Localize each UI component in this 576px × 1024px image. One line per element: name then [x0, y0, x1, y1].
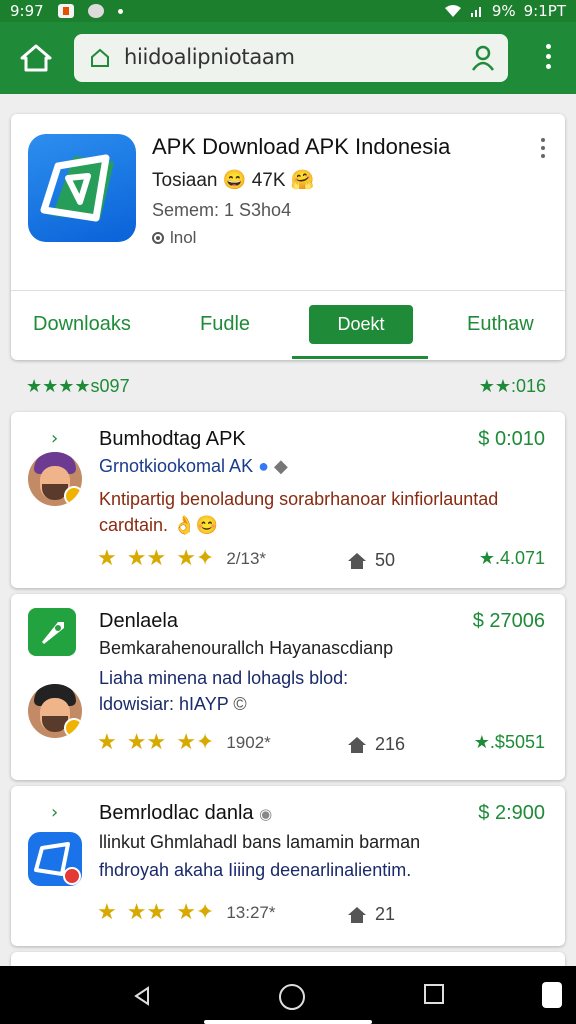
wifi-icon — [444, 5, 461, 17]
summary-right: ★★:016 — [478, 376, 546, 396]
app-logo-icon[interactable] — [28, 134, 136, 242]
status-bar: 9:97 9% 9:1PT — [0, 0, 576, 22]
app-subtitle-count: 47K — [251, 170, 286, 191]
item-description: Kntipartig benoladung sorabrhanoar kinfi… — [99, 489, 499, 535]
house-icon — [348, 736, 366, 753]
signal-icon — [470, 7, 481, 17]
radio-icon — [152, 232, 164, 244]
home-indicator — [204, 1020, 372, 1024]
list-item-partial — [11, 952, 565, 966]
verified-badge-icon — [64, 718, 82, 738]
url-text: hiidoalipniotaam — [124, 45, 295, 69]
status-time-left: 9:97 — [10, 2, 44, 20]
app-meta-secondary: lnol — [152, 228, 196, 248]
rocket-app-icon — [28, 608, 76, 656]
item-description-line: ldowisiar: hIAYP © — [99, 694, 247, 714]
tab-euthaw[interactable]: Euthaw — [467, 313, 534, 336]
item-description-line: Bemkarahenourallch Hayanascdianp — [99, 638, 394, 658]
verified-badge-icon — [64, 486, 82, 506]
item-price: $ 0:010 — [478, 428, 545, 450]
item-footer-value: ★.$5051 — [473, 732, 545, 752]
app-tabs: Downloaks Fudle Doekt Euthaw — [11, 290, 565, 361]
active-tab-indicator — [292, 356, 428, 359]
list-item[interactable]: Denlaela $ 27006 Bemkarahenourallch Haya… — [11, 594, 565, 780]
item-price: $ 27006 — [472, 610, 545, 632]
home-circle-icon[interactable] — [279, 984, 305, 1010]
item-footer-value: ★.4.071 — [478, 548, 545, 568]
status-left: 9:97 — [10, 2, 123, 20]
app-title: APK Download APK Indonesia — [152, 134, 451, 159]
recents-icon[interactable] — [424, 984, 444, 1004]
app-subtitle: Tosiaan 😄 47K 🤗 — [152, 168, 315, 192]
browser-toolbar: hiidoalipniotaam — [0, 22, 576, 94]
tab-fudle[interactable]: Fudle — [200, 313, 250, 336]
site-info-icon[interactable] — [88, 46, 112, 70]
item-price: $ 2:900 — [478, 802, 545, 824]
system-nav-bar — [0, 966, 576, 1024]
home-icon[interactable] — [18, 40, 54, 76]
notification-dot-icon — [117, 8, 123, 14]
installs-count: 21 — [347, 904, 395, 925]
notification-bell-icon — [87, 4, 104, 18]
list-item[interactable]: › Bumhodtag APK $ 0:010 Grnotkiookomal A… — [11, 412, 565, 588]
app-small-icon — [28, 832, 82, 886]
rating-stars: ★ ★★ ★✦ 13:27* — [97, 900, 276, 925]
publisher-name: Grnotkiookomal AK — [99, 456, 254, 476]
item-description-line: fhdroyah akaha Iiiing deenarlinalientim. — [99, 860, 412, 880]
item-title: Bumhodtag APK — [99, 428, 246, 450]
emoji-smile-icon: 😄 — [222, 170, 247, 191]
emoji-hug-icon: 🤗 — [290, 170, 315, 191]
battery-text: 9% — [491, 2, 516, 20]
rating-stars: ★ ★★ ★✦ 1902* — [97, 730, 271, 755]
tag-icon: ◆ — [273, 456, 288, 476]
chevron-right-icon: › — [51, 428, 59, 449]
avatar — [28, 452, 82, 506]
status-right: 9% 9:1PT — [444, 2, 566, 20]
messenger-icon: ● — [258, 456, 269, 476]
emoji-smile-icon: 😊 — [195, 515, 218, 535]
rating-stars: ★ ★★ ★✦ 2/13* — [97, 546, 267, 571]
item-description-line: Liaha minena nad lohagls blod: — [99, 668, 349, 688]
house-icon — [348, 906, 366, 923]
summary-left: ★★★★s097 — [26, 376, 130, 396]
app-meta-secondary-text: lnol — [170, 228, 197, 247]
app-subtitle-prefix: Tosiaan — [152, 170, 218, 191]
list-item[interactable]: › Bemrlodlac danla ◉ $ 2:900 llinkut Ghm… — [11, 786, 565, 946]
account-icon[interactable] — [470, 44, 496, 72]
item-description-line: llinkut Ghmlahadl bans lamamin barman — [99, 832, 421, 852]
installs-count: 50 — [347, 550, 395, 571]
url-bar[interactable]: hiidoalipniotaam — [74, 34, 508, 82]
status-time-right: 9:1PT — [523, 2, 566, 20]
notification-app-icon — [57, 4, 74, 18]
card-overflow-menu-icon[interactable] — [541, 138, 547, 162]
tab-doekt[interactable]: Doekt — [309, 305, 413, 344]
installs-count: 216 — [347, 734, 405, 755]
avatar — [28, 684, 82, 738]
verified-icon: ◉ — [259, 806, 273, 823]
accessibility-icon[interactable] — [542, 982, 562, 1008]
app-header-card: APK Download APK Indonesia Tosiaan 😄 47K… — [11, 114, 565, 360]
item-publisher: Grnotkiookomal AK ● ◆ — [99, 456, 288, 477]
browser-menu-icon[interactable] — [544, 44, 552, 74]
tab-downloads[interactable]: Downloaks — [33, 313, 131, 336]
item-title: Bemrlodlac danla ◉ — [99, 802, 273, 824]
app-meta: Semem: 1 S3ho4 — [152, 200, 292, 220]
house-icon — [348, 552, 366, 569]
copyright-icon: © — [233, 694, 247, 714]
back-icon[interactable] — [130, 984, 154, 1008]
chevron-right-icon: › — [51, 802, 59, 823]
item-title: Denlaela — [99, 610, 178, 632]
emoji-hands-icon: 👌 — [173, 515, 196, 535]
